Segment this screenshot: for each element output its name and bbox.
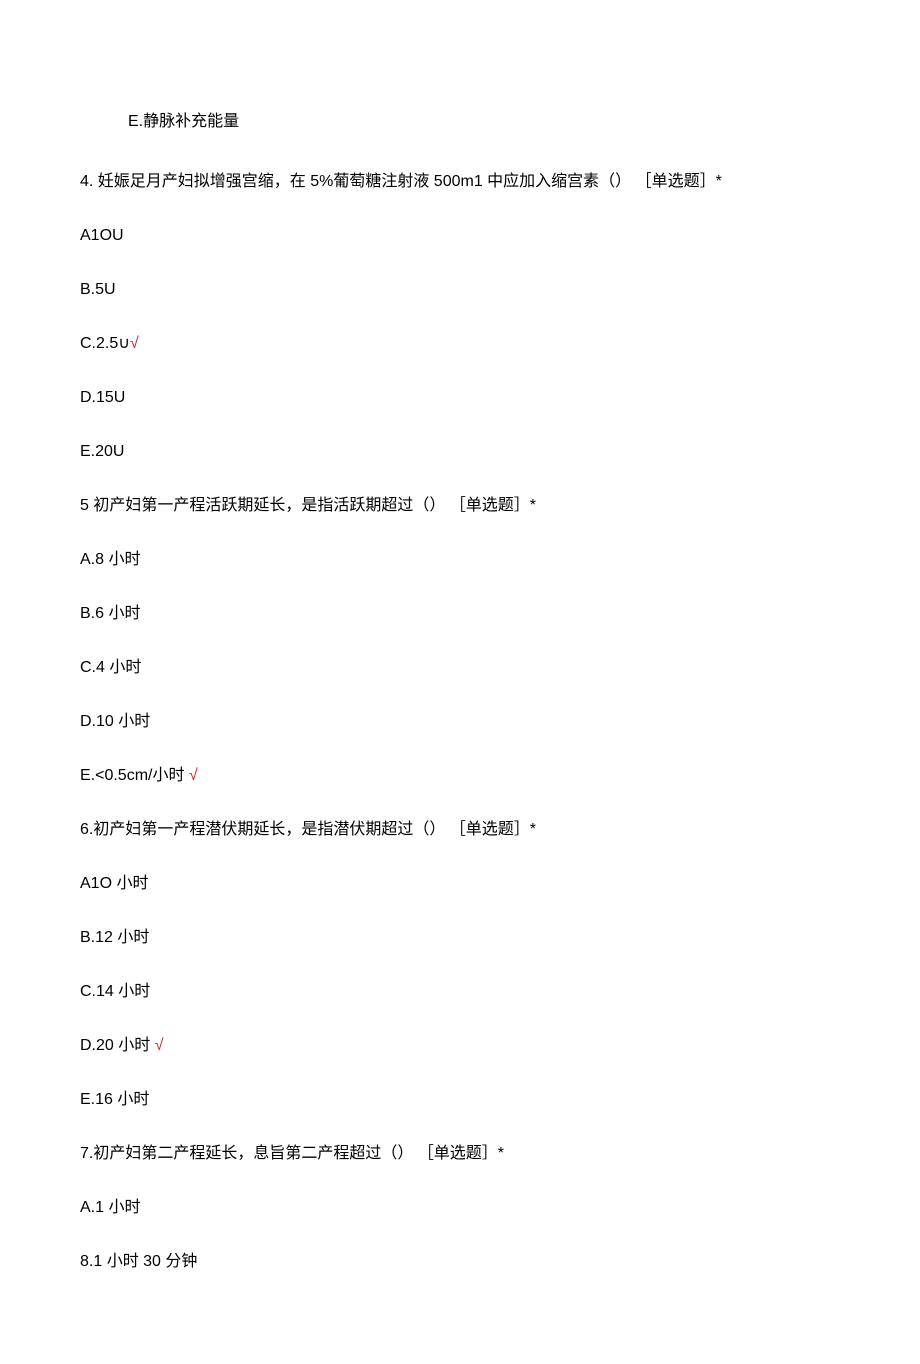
question-6-option-c: C.14 小时 [80, 980, 840, 1004]
option-text: E.16 小时 [80, 1091, 149, 1108]
option-text: E.<0.5cm/小时 [80, 767, 189, 784]
question-4-stem: 4. 妊娠足月产妇拟增强宫缩，在 5%葡萄糖注射液 500m1 中应加入缩宫素（… [80, 170, 840, 194]
question-5-stem: 5 初产妇第一产程活跃期延长，是指活跃期超过（） ［单选题］* [80, 494, 840, 518]
question-6-option-e: E.16 小时 [80, 1088, 840, 1112]
question-6-option-d: D.20 小时 √ [80, 1034, 840, 1058]
question-7-option-a: A.1 小时 [80, 1196, 840, 1220]
question-4-option-d: D.15U [80, 386, 840, 410]
option-text: D.15U [80, 389, 125, 406]
option-text: B.5U [80, 281, 116, 298]
stem-text: 5 初产妇第一产程活跃期延长，是指活跃期超过（） ［单选题］* [80, 497, 536, 514]
option-text: E.静脉补充能量 [128, 113, 239, 130]
option-text: D.10 小时 [80, 713, 150, 730]
stem-text: 6.初产妇第一产程潜伏期延长，是指潜伏期超过（） ［单选题］* [80, 821, 536, 838]
question-5-option-a: A.8 小时 [80, 548, 840, 572]
question-7-stem: 7.初产妇第二产程延长，息旨第二产程超过（） ［单选题］* [80, 1142, 840, 1166]
option-text: C.2.5∪ [80, 335, 130, 352]
option-text: C.14 小时 [80, 983, 150, 1000]
question-6-option-b: B.12 小时 [80, 926, 840, 950]
option-text: A1OU [80, 227, 124, 244]
question-7-option-b: 8.1 小时 30 分钟 [80, 1250, 840, 1274]
question-6-option-a: A1O 小时 [80, 872, 840, 896]
option-text: A1O 小时 [80, 875, 148, 892]
question-4-option-b: B.5U [80, 278, 840, 302]
question-4-option-a: A1OU [80, 224, 840, 248]
option-text: B.12 小时 [80, 929, 149, 946]
stem-text: 4. 妊娠足月产妇拟增强宫缩，在 5%葡萄糖注射液 500m1 中应加入缩宫素（… [80, 173, 722, 190]
stem-text: 7.初产妇第二产程延长，息旨第二产程超过（） ［单选题］* [80, 1145, 504, 1162]
prev-question-option-e: E.静脉补充能量 [80, 110, 840, 134]
document-page: E.静脉补充能量 4. 妊娠足月产妇拟增强宫缩，在 5%葡萄糖注射液 500m1… [0, 0, 920, 1364]
option-text: E.20U [80, 443, 124, 460]
question-4-option-c: C.2.5∪√ [80, 332, 840, 356]
question-5-option-c: C.4 小时 [80, 656, 840, 680]
question-6-stem: 6.初产妇第一产程潜伏期延长，是指潜伏期超过（） ［单选题］* [80, 818, 840, 842]
option-text: A.8 小时 [80, 551, 140, 568]
option-text: C.4 小时 [80, 659, 141, 676]
question-5-option-b: B.6 小时 [80, 602, 840, 626]
correct-mark: √ [155, 1037, 164, 1054]
option-text: 8.1 小时 30 分钟 [80, 1253, 197, 1270]
question-5-option-e: E.<0.5cm/小时 √ [80, 764, 840, 788]
correct-mark: √ [189, 767, 198, 784]
option-text: B.6 小时 [80, 605, 140, 622]
option-text: D.20 小时 [80, 1037, 155, 1054]
question-4-option-e: E.20U [80, 440, 840, 464]
question-5-option-d: D.10 小时 [80, 710, 840, 734]
correct-mark: √ [130, 335, 139, 352]
option-text: A.1 小时 [80, 1199, 140, 1216]
